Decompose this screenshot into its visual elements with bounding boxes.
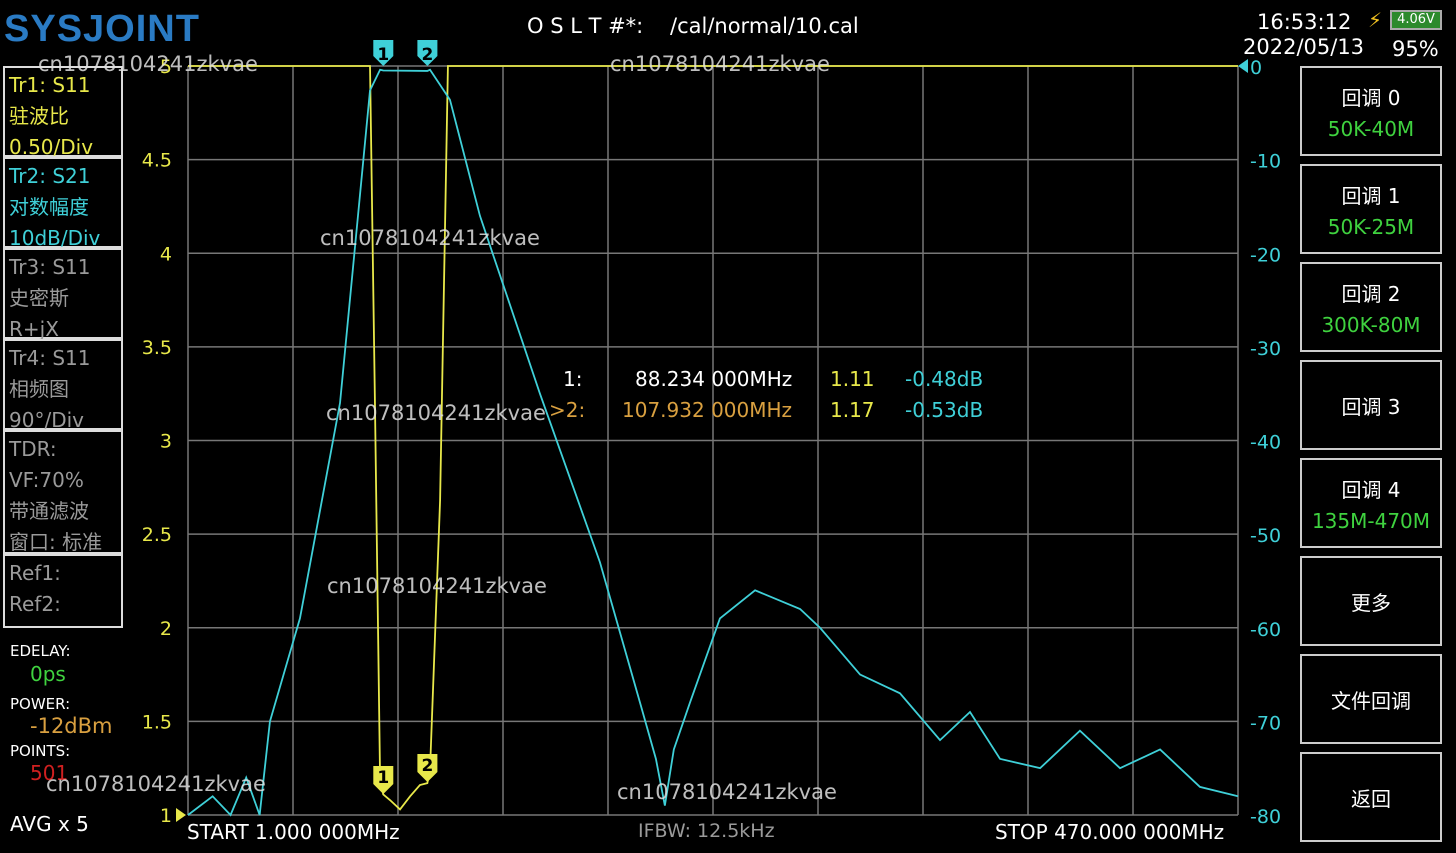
swr-reference-arrow: [176, 808, 186, 822]
softkey-button-6[interactable]: 文件回调: [1300, 654, 1442, 744]
left-axis-tick: 2: [160, 618, 172, 640]
softkey-title: 更多: [1351, 590, 1391, 615]
right-axis-tick: 0: [1250, 57, 1262, 79]
softkey-button-4[interactable]: 回调 4 135M-470M: [1300, 458, 1442, 548]
watermark: cn1078104241zkvae: [617, 780, 837, 804]
right-axis-tick: -60: [1250, 619, 1281, 641]
left-axis-tick: 2.5: [142, 524, 172, 546]
softkey-title: 回调 1: [1341, 183, 1401, 208]
left-axis-tick: 3.5: [142, 337, 172, 359]
stop-frequency: STOP 470.000 000MHz: [995, 820, 1225, 844]
softkey-subtitle: 50K-25M: [1327, 214, 1415, 239]
watermark: cn1078104241zkvae: [610, 52, 830, 76]
marker-2-swr: 1.17: [830, 398, 875, 422]
right-axis-tick: -70: [1250, 712, 1281, 734]
watermark: cn1078104241zkvae: [46, 772, 266, 796]
softkey-title: 回调 3: [1341, 394, 1401, 419]
plot-area: 54.543.532.521.510-10-20-30-40-50-60-70-…: [142, 40, 1281, 828]
ifbw: IFBW: 12.5kHz: [638, 820, 775, 842]
softkey-button-7[interactable]: 返回: [1300, 752, 1442, 842]
softkey-button-5[interactable]: 更多: [1300, 556, 1442, 646]
watermark: cn1078104241zkvae: [38, 52, 258, 76]
right-axis-tick: -40: [1250, 432, 1281, 454]
softkey-subtitle: 135M-470M: [1311, 508, 1431, 533]
softkey-title: 回调 4: [1341, 477, 1401, 502]
start-frequency: START 1.000 000MHz: [187, 820, 400, 844]
softkey-title: 回调 0: [1341, 85, 1401, 110]
right-axis-tick: -50: [1250, 525, 1281, 547]
left-axis-tick: 3: [160, 431, 172, 453]
marker-1-swr: 1.11: [830, 367, 875, 391]
left-axis-tick: 4: [160, 243, 172, 265]
marker-2-top-label: 2: [421, 45, 433, 65]
marker-2-bottom-label: 2: [421, 756, 433, 776]
softkey-button-2[interactable]: 回调 2 300K-80M: [1300, 262, 1442, 352]
softkey-title: 回调 2: [1341, 281, 1401, 306]
left-axis-tick: 4.5: [142, 150, 172, 172]
marker-1-mag: -0.48dB: [905, 367, 984, 391]
marker-1-bottom-label: 1: [377, 768, 389, 788]
right-axis-tick: -10: [1250, 151, 1281, 173]
softkey-button-1[interactable]: 回调 1 50K-25M: [1300, 164, 1442, 254]
marker-1-top-label: 1: [377, 45, 389, 65]
marker-1-freq: 88.234 000MHz: [635, 367, 793, 391]
right-axis-tick: -30: [1250, 338, 1281, 360]
s21-reference-arrow: [1238, 59, 1248, 73]
marker-1-label: 1:: [563, 367, 583, 391]
softkey-subtitle: 50K-40M: [1327, 116, 1415, 141]
softkey-button-3[interactable]: 回调 3: [1300, 360, 1442, 450]
right-axis-tick: -20: [1250, 244, 1281, 266]
watermark: cn1078104241zkvae: [327, 574, 547, 598]
softkey-button-0[interactable]: 回调 0 50K-40M: [1300, 66, 1442, 156]
watermark: cn1078104241zkvae: [320, 226, 540, 250]
right-axis-tick: -80: [1250, 806, 1281, 828]
softkey-title: 文件回调: [1331, 688, 1411, 713]
marker-2-freq: 107.932 000MHz: [622, 398, 793, 422]
left-axis-tick: 1: [160, 805, 172, 827]
softkey-title: 返回: [1351, 786, 1391, 811]
left-axis-tick: 1.5: [142, 711, 172, 733]
softkey-subtitle: 300K-80M: [1321, 312, 1421, 337]
marker-2-label: >2:: [549, 398, 586, 422]
marker-2-mag: -0.53dB: [905, 398, 984, 422]
watermark: cn1078104241zkvae: [326, 401, 546, 425]
